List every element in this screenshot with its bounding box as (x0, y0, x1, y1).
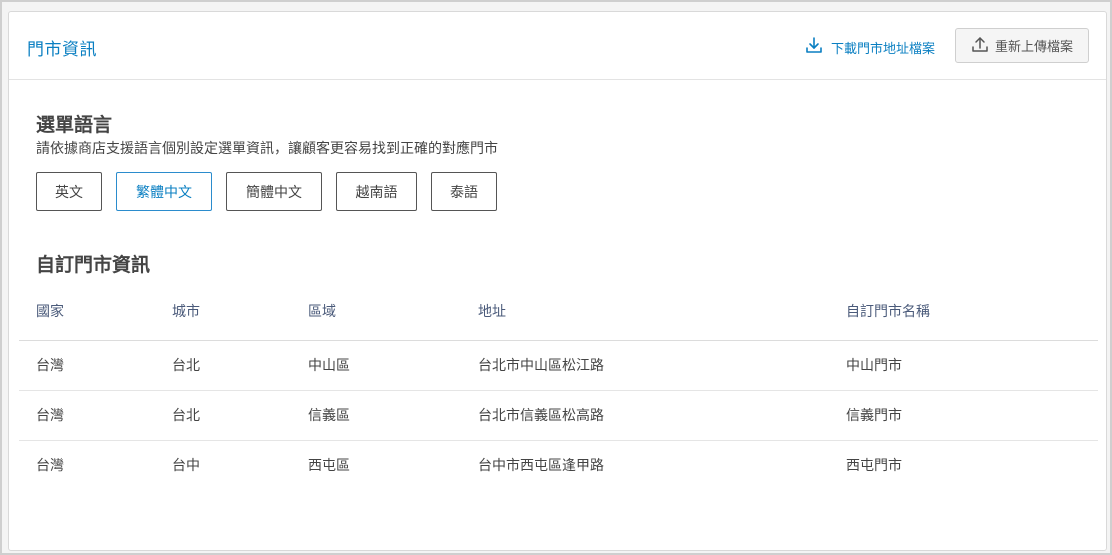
cell-address: 台北市中山區松江路 (478, 340, 846, 391)
column-header-address: 地址 (478, 286, 846, 341)
column-header-country: 國家 (19, 286, 172, 341)
cell-country: 台灣 (19, 390, 172, 441)
column-header-store-name: 自訂門市名稱 (846, 286, 1098, 341)
download-label: 下載門市地址檔案 (831, 41, 936, 57)
menu-language-description: 請依據商店支援語言個別設定選單資訊，讓顧客更容易找到正確的對應門市 (36, 141, 498, 157)
page-title: 門市資訊 (27, 40, 97, 60)
table-header-row: 國家 城市 區域 地址 自訂門市名稱 (19, 286, 1098, 341)
cell-district: 西屯區 (308, 458, 350, 475)
window-frame: 門市資訊 下載門市地址檔案 重新上傳檔案 選單語言 請依據商店支援語言個別設定選… (0, 0, 1112, 555)
cell-address: 台北市信義區松高路 (478, 390, 846, 441)
language-button-simplified-chinese[interactable]: 簡體中文 (226, 172, 322, 211)
download-store-address-link[interactable]: 下載門市地址檔案 (805, 36, 935, 58)
custom-store-title: 自訂門市資訊 (36, 254, 151, 276)
cell-store-name: 西屯門市 (846, 458, 902, 475)
cell-district: 信義區 (308, 390, 478, 441)
card-header: 門市資訊 下載門市地址檔案 重新上傳檔案 (9, 12, 1106, 80)
cell-country: 台灣 (19, 340, 172, 391)
language-button-vietnamese[interactable]: 越南語 (336, 172, 417, 211)
upload-label: 重新上傳檔案 (994, 40, 1073, 55)
cell-city: 台中 (172, 458, 200, 475)
cell-city: 台北 (172, 340, 308, 391)
language-button-english[interactable]: 英文 (36, 172, 102, 211)
upload-icon (971, 35, 989, 57)
language-button-group: 英文 繁體中文 簡體中文 越南語 泰語 (36, 172, 497, 211)
column-header-city: 城市 (172, 286, 308, 341)
column-header-district: 區域 (308, 286, 478, 341)
table-row: 台灣 台北 中山區 台北市中山區松江路 中山門市 (19, 340, 1098, 391)
cell-address: 台中市西屯區逢甲路 (478, 458, 604, 475)
table-row: 台灣 台中 西屯區 台中市西屯區逢甲路 西屯門市 (19, 440, 1098, 490)
cell-country: 台灣 (36, 458, 64, 475)
cell-store-name: 信義門市 (846, 390, 1098, 441)
table-row: 台灣 台北 信義區 台北市信義區松高路 信義門市 (19, 390, 1098, 441)
cell-district: 中山區 (308, 340, 478, 391)
language-button-traditional-chinese[interactable]: 繁體中文 (116, 172, 212, 211)
reupload-file-button[interactable]: 重新上傳檔案 (955, 28, 1089, 63)
menu-language-title: 選單語言 (36, 114, 113, 136)
language-button-thai[interactable]: 泰語 (431, 172, 497, 211)
store-table: 國家 城市 區域 地址 自訂門市名稱 台灣 台北 中山區 台北市中山區松江路 中… (19, 286, 1098, 490)
download-icon (805, 36, 823, 58)
cell-store-name: 中山門市 (846, 340, 1098, 391)
store-info-card: 門市資訊 下載門市地址檔案 重新上傳檔案 選單語言 請依據商店支援語言個別設定選… (8, 11, 1107, 551)
cell-city: 台北 (172, 390, 308, 441)
